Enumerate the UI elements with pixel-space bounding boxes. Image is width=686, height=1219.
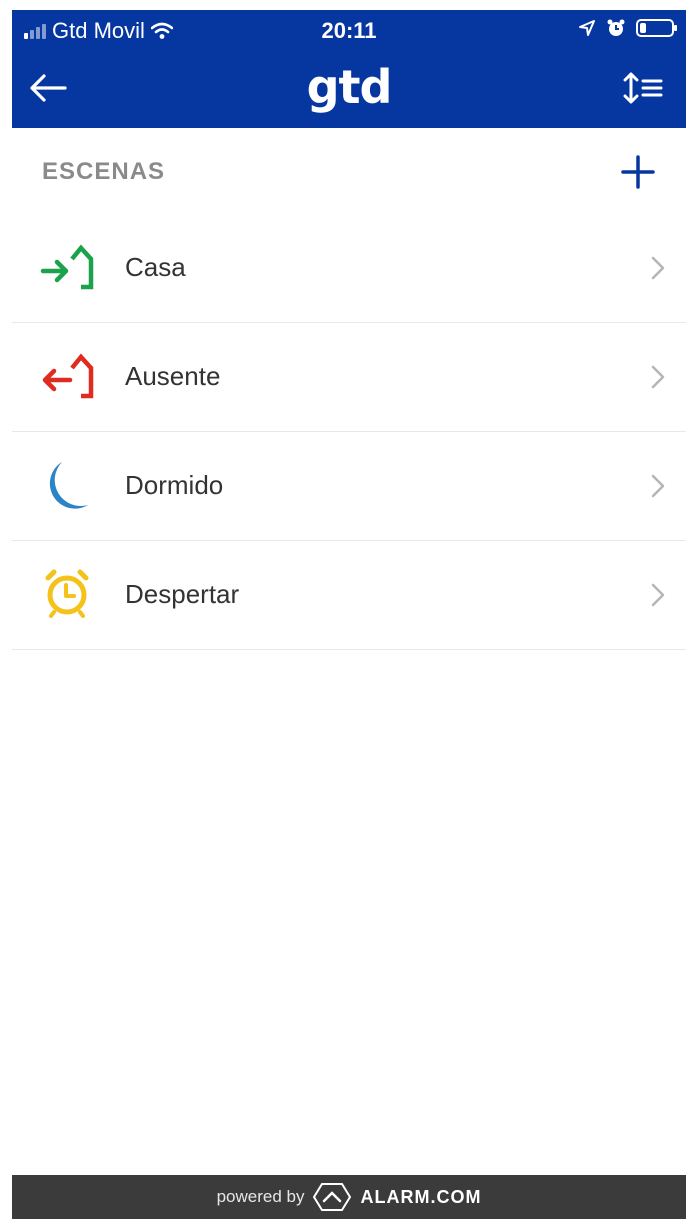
location-icon — [579, 20, 595, 36]
app-screen: Gtd Movil 20:11 gtd ESCENAS Casa Ausente… — [12, 10, 686, 1219]
alarm-com-logo-icon — [313, 1183, 352, 1211]
scene-row-ausente[interactable]: Ausente — [12, 323, 686, 432]
scene-row-despertar[interactable]: Despertar — [12, 541, 686, 650]
section-title: ESCENAS — [42, 158, 166, 185]
scene-row-casa[interactable]: Casa — [12, 214, 686, 323]
scene-row-dormido[interactable]: Dormido — [12, 432, 686, 541]
navbar: gtd — [12, 50, 686, 128]
scene-label: Despertar — [125, 579, 240, 609]
gtd-logo: gtd — [306, 60, 393, 114]
alarm-com-brand: ALARM.COM — [360, 1186, 482, 1207]
footer-bar: powered by ALARM.COM — [12, 1175, 686, 1219]
scene-label: Ausente — [125, 361, 221, 391]
powered-by-text: powered by — [216, 1187, 305, 1206]
home-arrive-icon — [40, 244, 94, 290]
section-header: ESCENAS — [12, 128, 686, 214]
moon-icon — [49, 462, 88, 509]
alarm-clock-icon — [45, 569, 89, 618]
battery-level — [640, 23, 646, 33]
frame-margin — [0, 0, 12, 1219]
app-header: Gtd Movil 20:11 gtd — [12, 10, 686, 128]
battery-icon — [636, 19, 677, 37]
scene-label: Casa — [125, 252, 186, 282]
alarm-clock-status-icon — [607, 19, 625, 36]
scene-label: Dormido — [125, 470, 224, 500]
chevron-right-icon — [651, 583, 665, 607]
home-leave-icon — [42, 353, 94, 399]
chevron-right-icon — [651, 474, 665, 498]
sort-list-icon — [623, 72, 663, 104]
plus-icon[interactable] — [618, 152, 658, 192]
scene-list: Casa Ausente Dormido Despertar — [12, 214, 686, 650]
sort-button[interactable] — [620, 66, 668, 110]
chevron-right-icon — [651, 256, 665, 280]
status-bar: Gtd Movil 20:11 — [12, 10, 686, 50]
chevron-right-icon — [651, 365, 665, 389]
status-right — [578, 18, 677, 38]
